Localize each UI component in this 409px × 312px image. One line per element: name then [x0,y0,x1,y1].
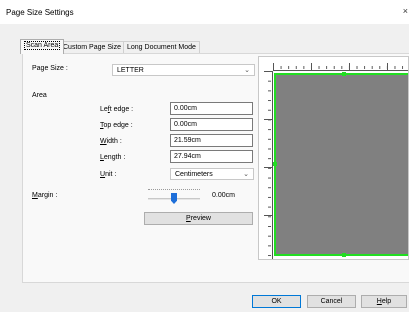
chevron-down-icon: ⌄ [244,67,250,74]
tab-scan-area[interactable]: Scan Area [20,39,65,54]
top-edge-label: Top edge : [100,122,133,129]
unit-label: Unit : [100,171,117,178]
scan-area-rectangle[interactable] [274,73,408,256]
width-field[interactable]: 21.59cm [170,134,253,147]
top-edge-field[interactable]: 0.00cm [170,118,253,131]
page-size-dropdown[interactable]: LETTER ⌄ [112,64,255,76]
scan-preview-pane [258,56,409,260]
preview-button[interactable]: Preview [144,212,253,225]
vertical-ruler [259,71,273,259]
tab-label: Scan Area [24,41,61,50]
unit-value: Centimeters [175,171,213,178]
close-icon[interactable]: × [403,6,408,16]
scan-area-handle-top[interactable] [342,72,346,76]
help-button[interactable]: Help [361,295,407,308]
horizontal-ruler [273,57,408,71]
title-bar: Page Size Settings × [0,0,409,24]
scan-area-handle-left[interactable] [273,162,277,166]
width-label: Width : [100,138,122,145]
page-size-label: Page Size : [32,65,68,72]
left-edge-label: Left edge : [100,106,134,113]
scan-area-handle-bottom[interactable] [342,253,346,257]
ok-button[interactable]: OK [252,295,301,308]
window-title: Page Size Settings [6,8,74,17]
left-edge-field[interactable]: 0.00cm [170,102,253,115]
unit-dropdown[interactable]: Centimeters ⌄ [170,168,254,180]
length-label: Length : [100,154,126,161]
chevron-down-icon: ⌄ [243,171,249,178]
cancel-button[interactable]: Cancel [307,295,356,308]
area-heading: Area [32,92,47,99]
margin-value: 0.00cm [212,192,235,199]
margin-label: Margin : [32,192,58,199]
margin-slider-ticks [148,189,200,192]
tab-custom-page-size[interactable]: Custom Page Size [59,41,125,53]
page-size-value: LETTER [117,67,144,74]
length-field[interactable]: 27.94cm [170,150,253,163]
tab-long-document-mode[interactable]: Long Document Mode [123,41,200,53]
